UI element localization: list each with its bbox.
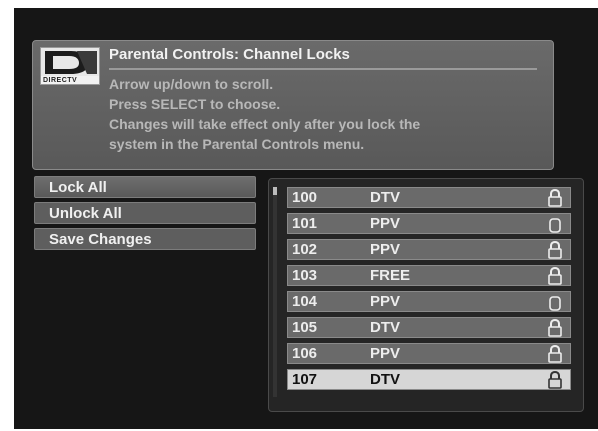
channel-network: PPV	[370, 215, 401, 232]
channel-number: 103	[292, 267, 318, 284]
channel-row[interactable]: 104 PPV	[287, 291, 571, 312]
channel-row[interactable]: 100 DTV	[287, 187, 571, 208]
lock-icon[interactable]	[548, 266, 562, 291]
lock-icon[interactable]	[548, 344, 562, 369]
channel-row[interactable]: 106 PPV	[287, 343, 571, 364]
channel-network: DTV	[370, 189, 400, 206]
page-title: Parental Controls: Channel Locks	[109, 46, 350, 63]
tv-screen: DIRECTV Parental Controls: Channel Locks…	[14, 8, 598, 429]
lock-icon[interactable]	[548, 240, 562, 265]
channel-network: PPV	[370, 293, 401, 310]
channel-number: 105	[292, 319, 318, 336]
channel-number: 104	[292, 293, 318, 310]
lock-icon[interactable]	[548, 318, 562, 343]
channel-row[interactable]: 107 DTV	[287, 369, 571, 390]
unlock-icon[interactable]	[548, 293, 562, 317]
instruction-line: Changes will take effect only after you …	[109, 116, 421, 132]
action-menu: Lock All Unlock All Save Changes	[34, 176, 256, 254]
instruction-line: system in the Parental Controls menu.	[109, 136, 365, 152]
channel-row[interactable]: 103 FREE	[287, 265, 571, 286]
channel-number: 101	[292, 215, 318, 232]
title-divider	[109, 68, 537, 70]
channel-list[interactable]: 100 DTV 101 PPV 102 PPV 103 FREE 104 PPV 105 DTV 106…	[268, 178, 584, 412]
channel-row[interactable]: 105 DTV	[287, 317, 571, 338]
unlock-all-button[interactable]: Unlock All	[34, 202, 256, 224]
channel-row[interactable]: 101 PPV	[287, 213, 571, 234]
instruction-line: Press SELECT to choose.	[109, 96, 281, 112]
channel-network: PPV	[370, 241, 401, 258]
lock-all-button[interactable]: Lock All	[34, 176, 256, 198]
scrollbar[interactable]	[273, 187, 277, 397]
directv-logo-icon	[41, 48, 99, 76]
channel-network: FREE	[370, 267, 411, 284]
scrollbar-thumb[interactable]	[273, 187, 277, 195]
channel-number: 102	[292, 241, 318, 258]
channel-network: PPV	[370, 345, 401, 362]
save-changes-button[interactable]: Save Changes	[34, 228, 256, 250]
channel-number: 107	[292, 371, 318, 388]
lock-icon[interactable]	[548, 188, 562, 213]
channel-network: DTV	[370, 319, 400, 336]
logo-text: DIRECTV	[43, 77, 78, 84]
instructions: Arrow up/down to scroll. Press SELECT to…	[109, 74, 549, 154]
channel-network: DTV	[370, 371, 400, 388]
unlock-icon[interactable]	[548, 215, 562, 239]
lock-icon[interactable]	[548, 370, 562, 395]
header-panel: DIRECTV Parental Controls: Channel Locks…	[32, 40, 554, 170]
directv-logo: DIRECTV	[40, 47, 100, 85]
channel-number: 106	[292, 345, 318, 362]
instruction-line: Arrow up/down to scroll.	[109, 76, 274, 92]
channel-number: 100	[292, 189, 318, 206]
channel-row[interactable]: 102 PPV	[287, 239, 571, 260]
